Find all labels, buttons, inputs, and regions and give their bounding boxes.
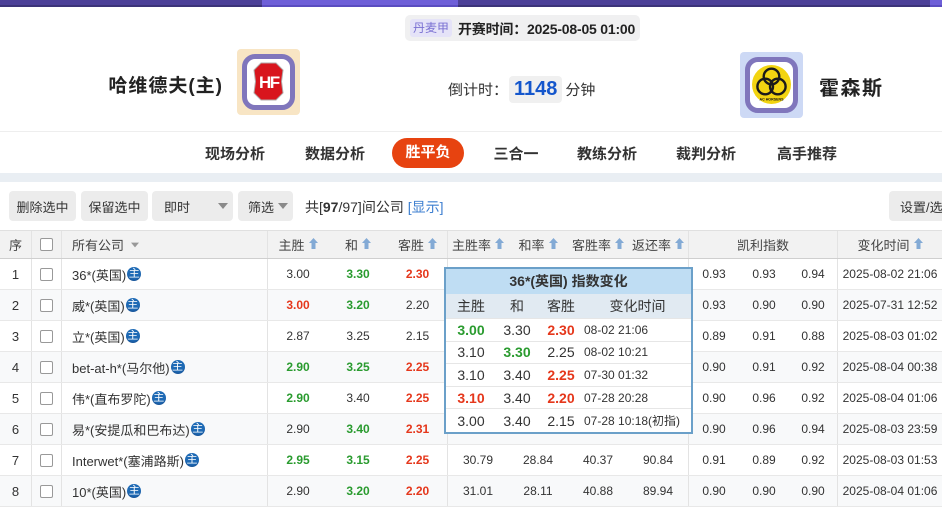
svg-text:AC HORSENS: AC HORSENS — [760, 98, 785, 102]
svg-text:HF: HF — [259, 73, 280, 92]
